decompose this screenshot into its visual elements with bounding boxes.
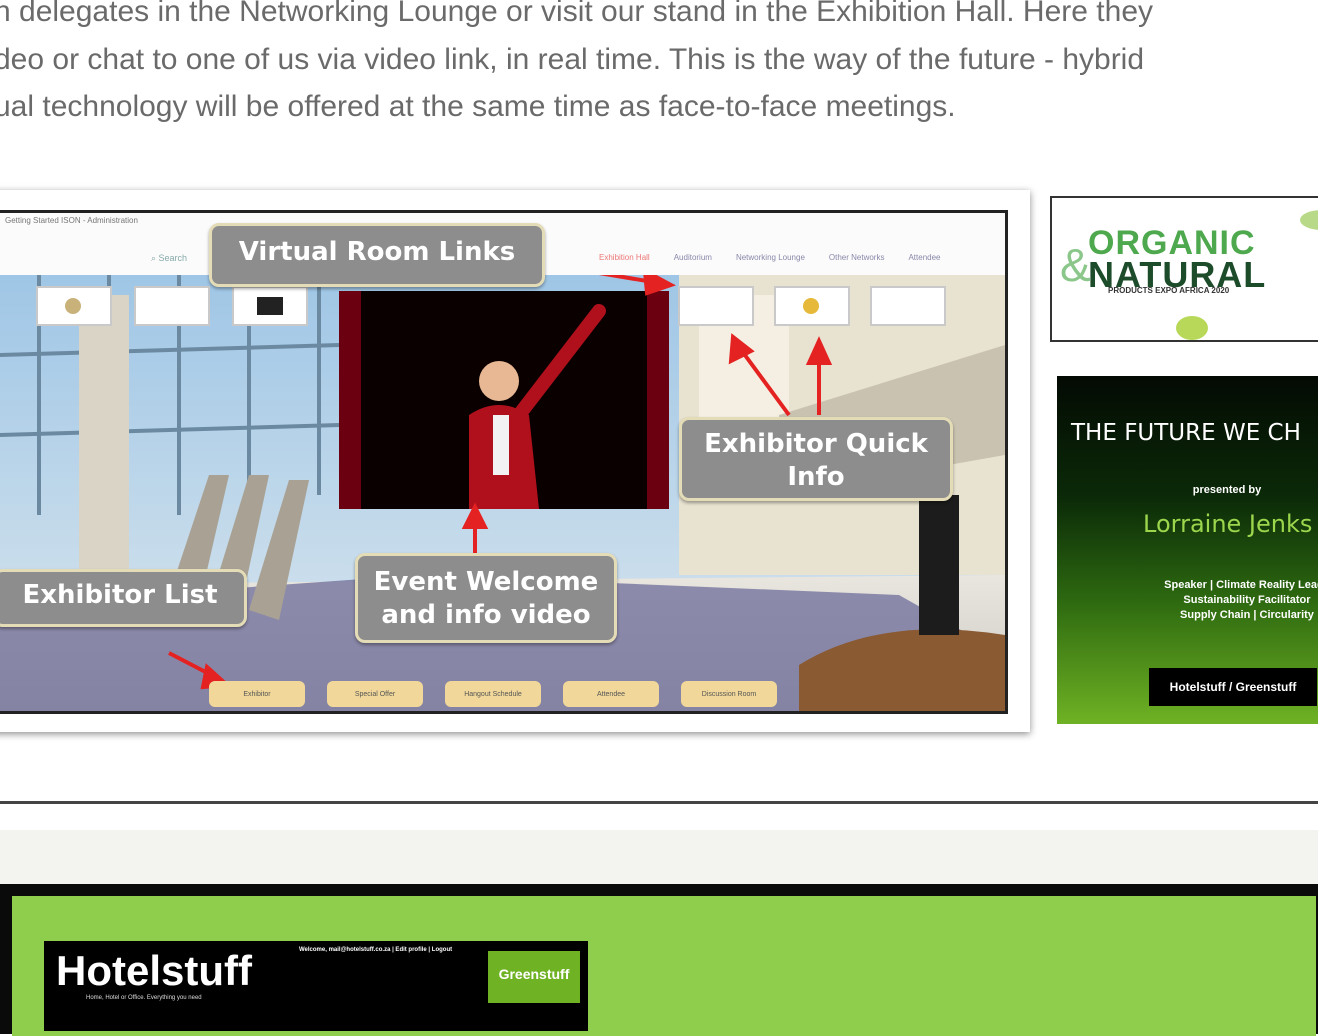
organic-ampersand: &: [1060, 239, 1091, 291]
hotelstuff-tagline: Home, Hotel or Office. Everything you ne…: [86, 995, 202, 1001]
leaf-icon: [1300, 210, 1318, 230]
organic-natural-banner[interactable]: & ORGANIC NATURAL PRODUCTS EXPO AFRICA 2…: [1050, 196, 1318, 342]
bottom-bar-item: Attendee: [563, 681, 659, 707]
bottom-bar-item: Hangout Schedule: [445, 681, 541, 707]
screenshot-search-link: ⌕ Search: [151, 253, 188, 263]
screenshot-nav-item: Auditorium: [673, 253, 712, 262]
bottom-bar-item: Special Offer: [327, 681, 423, 707]
screenshot-nav-item: Attendee: [908, 253, 941, 262]
hotelstuff-logo-text: Hotelstuff: [56, 947, 252, 994]
future-banner-brand-logo: Hotelstuff / Greenstuff: [1149, 668, 1317, 706]
callout-line: Exhibitor Quick: [704, 429, 928, 459]
hotelstuff-welcome-text: Welcome, mail@hotelstuff.co.za | Edit pr…: [299, 947, 453, 953]
screenshot-nav-item: Exhibition Hall: [599, 253, 650, 262]
future-banner-roles: Speaker | Climate Reality Leade Sustaina…: [1117, 578, 1318, 623]
intro-line: h delegates in the Networking Lounge or …: [0, 0, 1153, 28]
callout-exhibitor-quick-info: Exhibitor Quick Info: [679, 417, 953, 501]
greenstuff-logo: Greenstuff: [488, 951, 580, 1003]
future-banner-title: THE FUTURE WE CH: [1071, 420, 1301, 446]
callout-virtual-room-links: Virtual Room Links: [209, 223, 545, 287]
organic-subtitle: PRODUCTS EXPO AFRICA 2020: [1108, 286, 1230, 295]
virtual-event-screenshot-card: Getting Started ISON - Administration ⌕ …: [0, 190, 1030, 732]
future-we-choose-banner[interactable]: THE FUTURE WE CH presented by Lorraine J…: [1057, 376, 1318, 724]
screenshot-breadcrumbs: Getting Started ISON - Administration: [5, 216, 138, 225]
future-banner-presented-by: presented by: [1192, 484, 1262, 496]
future-banner-role-line: Sustainability Facilitator: [1183, 594, 1311, 606]
screenshot-nav-item: Networking Lounge: [735, 253, 805, 262]
callout-line: and info video: [381, 600, 591, 630]
bottom-bar-item: Exhibitor: [209, 681, 305, 707]
screenshot-bottom-bar: Exhibitor Special Offer Hangout Schedule…: [209, 681, 777, 707]
callout-event-welcome: Event Welcome and info video: [355, 553, 617, 643]
lower-banner-frame: Hotelstuff Home, Hotel or Office. Everyt…: [0, 884, 1318, 1036]
future-banner-role-line: Speaker | Climate Reality Leade: [1164, 579, 1318, 591]
intro-line: ual technology will be offered at the sa…: [0, 90, 956, 123]
hotelstuff-banner[interactable]: Hotelstuff Home, Hotel or Office. Everyt…: [44, 941, 588, 1031]
screenshot-nav: Exhibition Hall Auditorium Networking Lo…: [599, 253, 941, 262]
callout-exhibitor-list: Exhibitor List: [0, 569, 247, 627]
callout-line: Info: [787, 462, 845, 492]
lower-green-panel: Hotelstuff Home, Hotel or Office. Everyt…: [12, 896, 1316, 1036]
virtual-event-screenshot: Getting Started ISON - Administration ⌕ …: [0, 210, 1008, 714]
gray-band: [0, 830, 1318, 884]
intro-paragraph: h delegates in the Networking Lounge or …: [0, 0, 1318, 131]
bottom-bar-item: Discussion Room: [681, 681, 777, 707]
future-banner-speaker-name: Lorraine Jenks: [1143, 510, 1313, 538]
olive-icon: [1176, 316, 1208, 340]
intro-line: deo or chat to one of us via video link,…: [0, 42, 1145, 76]
callout-line: Event Welcome: [373, 567, 599, 597]
future-banner-role-line: Supply Chain | Circularity: [1180, 609, 1314, 621]
section-divider: [0, 801, 1318, 804]
screenshot-nav-item: Other Networks: [828, 253, 885, 262]
